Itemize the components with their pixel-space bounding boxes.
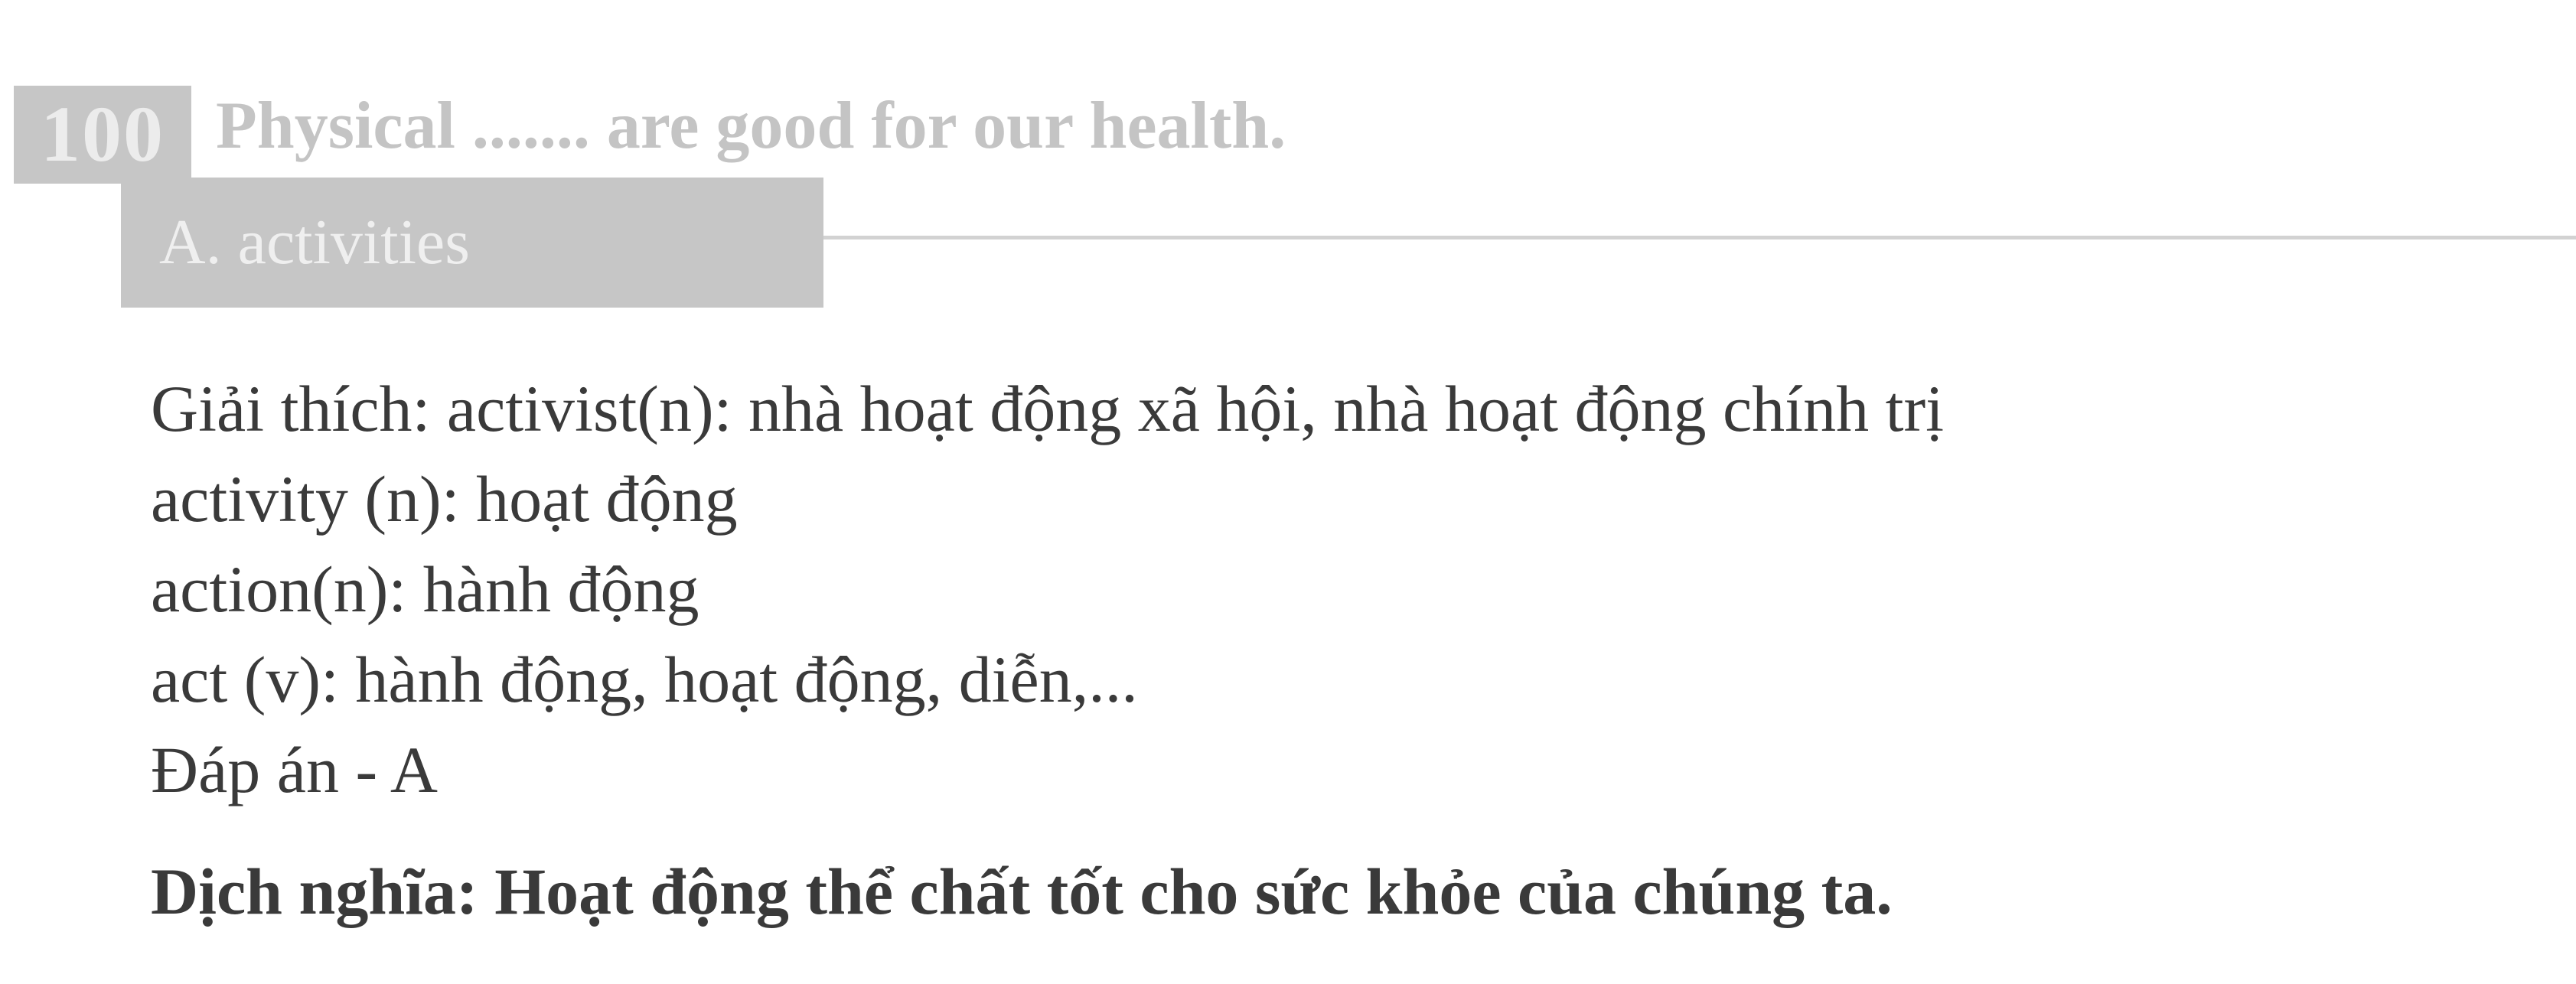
translation-line: Dịch nghĩa: Hoạt động thể chất tốt cho s… <box>151 855 1893 928</box>
question-header: 100 Physical ....... are good for our he… <box>0 73 2576 239</box>
explanation-line: action(n): hành động <box>151 552 699 626</box>
explanation-line: Giải thích: activist(n): nhà hoạt động x… <box>151 372 1944 445</box>
explanation-line: act (v): hành động, hoạt động, diễn,... <box>151 643 1138 716</box>
document-page: 100 Physical ....... are good for our he… <box>0 0 2576 984</box>
selected-answer-label: A. activities <box>159 207 470 278</box>
question-number: 100 <box>14 86 191 184</box>
question-text: Physical ....... are good for our health… <box>216 89 1286 163</box>
explanation-line: activity (n): hoạt động <box>151 462 738 536</box>
explanation-block: Giải thích: activist(n): nhà hoạt động x… <box>151 363 1944 815</box>
answer-key-line: Đáp án - A <box>151 733 438 806</box>
selected-answer-box: A. activities <box>121 178 823 308</box>
